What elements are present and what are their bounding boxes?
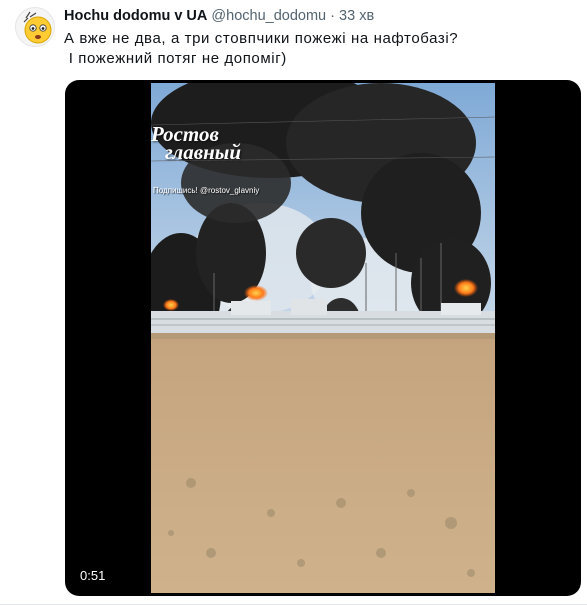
- tweet-header: Hochu dodomu v UA @hochu_dodomu · 33 хв: [64, 8, 374, 24]
- tweet-text-line-1: А вже не два, а три стовпчики пожежі на …: [64, 30, 459, 47]
- tweet-text-line-2: І пожежний потяг не допоміг): [64, 50, 287, 67]
- avatar[interactable]: [15, 7, 55, 47]
- video-duration: 0:51: [80, 568, 106, 583]
- watermark-subscribe-text: Подпишись! @rostov_glavniy: [153, 186, 260, 195]
- video-player[interactable]: Ростов главный Подпишись! @rostov_glavni…: [65, 80, 581, 596]
- watermark-logo: Ростов главный: [151, 124, 242, 164]
- user-handle[interactable]: @hochu_dodomu: [211, 8, 326, 24]
- separator-dot: ·: [330, 8, 335, 24]
- watermark-line-2: главный: [165, 140, 242, 164]
- tweet-card[interactable]: Hochu dodomu v UA @hochu_dodomu · 33 хв …: [0, 0, 587, 605]
- tweet-timestamp[interactable]: 33 хв: [339, 8, 374, 24]
- video-frame[interactable]: Ростов главный Подпишись! @rostov_glavni…: [151, 83, 495, 593]
- display-name[interactable]: Hochu dodomu v UA: [64, 8, 207, 24]
- tweet-text: А вже не два, а три стовпчики пожежі на …: [64, 29, 458, 69]
- emoji-face-avatar-icon: [23, 11, 52, 44]
